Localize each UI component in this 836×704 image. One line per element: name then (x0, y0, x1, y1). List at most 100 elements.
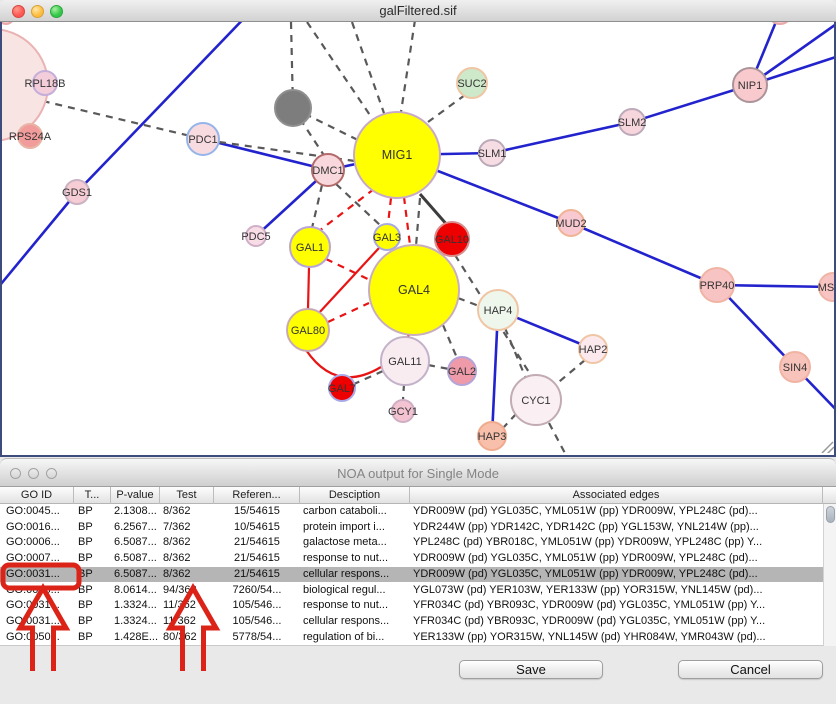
table-cell: 7/362 (160, 520, 214, 536)
table-cell: 8/362 (160, 535, 214, 551)
table-cell: GO:0031... (0, 598, 74, 614)
noa-window-title: NOA output for Single Mode (0, 466, 836, 481)
table-row[interactable]: GO:0031...BP6.5087...8/36221/54615cellul… (0, 567, 824, 583)
save-button[interactable]: Save (459, 660, 603, 679)
node-label-GAL3: GAL3 (373, 232, 401, 244)
node-label-RPL18B: RPL18B (25, 78, 66, 90)
table-row[interactable]: GO:0006...BP6.5087...8/36221/54615galact… (0, 535, 824, 551)
column-header-p-value[interactable]: P-value (111, 487, 160, 504)
column-header-desciption[interactable]: Desciption (300, 487, 410, 504)
edge (549, 423, 567, 453)
node-label-GAL7: GAL7 (328, 383, 356, 395)
node-label-MUD2: MUD2 (555, 218, 586, 230)
column-header-associated-edges[interactable]: Associated edges (410, 487, 823, 504)
table-cell: YFR034C (pd) YBR093C, YDR009W (pd) YGL03… (410, 614, 823, 630)
table-cell: 8/362 (160, 567, 214, 583)
table-cell: 105/546... (214, 614, 300, 630)
node-label-GAL4: GAL4 (398, 283, 430, 297)
edge (420, 194, 448, 226)
edge (632, 85, 750, 122)
table-cell: 15/54615 (214, 504, 300, 520)
table-cell: protein import i... (300, 520, 410, 536)
noa-output-window: NOA output for Single Mode GO IDT...P-va… (0, 457, 836, 704)
table-cell: BP (74, 630, 111, 646)
noa-window-titlebar[interactable]: NOA output for Single Mode (0, 458, 836, 487)
table-cell: 1.3324... (111, 598, 160, 614)
table-row[interactable]: GO:0050...BP1.428E...80/3625778/54...reg… (0, 630, 824, 646)
node-label-GAL10: GAL10 (435, 234, 469, 246)
table-cell: response to nut... (300, 598, 410, 614)
table-cell: GO:0031... (0, 567, 74, 583)
table-cell: response to nut... (300, 551, 410, 567)
edge (404, 197, 410, 245)
cancel-button[interactable]: Cancel (678, 660, 823, 679)
table-row[interactable]: GO:0016...BP6.2567...7/36210/54615protei… (0, 520, 824, 536)
table-cell: 6.5087... (111, 535, 160, 551)
table-cell: 8/362 (160, 551, 214, 567)
table-cell: 11/362 (160, 598, 214, 614)
vertical-scrollbar[interactable] (823, 504, 836, 646)
edge (554, 360, 585, 386)
node-label-GDS1: GDS1 (62, 187, 92, 199)
table-cell: BP (74, 535, 111, 551)
table-cell: YDR009W (pd) YGL035C, YML051W (pp) YDR00… (410, 567, 823, 583)
table-cell: GO:0007... (0, 551, 74, 567)
table-cell: 21/54615 (214, 535, 300, 551)
node-label-SLM2: SLM2 (618, 117, 647, 129)
column-header-t-[interactable]: T... (74, 487, 111, 504)
network-window-titlebar[interactable]: galFiltered.sif (0, 0, 836, 22)
table-cell: 2.1308... (111, 504, 160, 520)
scrollbar-thumb[interactable] (826, 506, 835, 523)
node-label-PDC5: PDC5 (241, 231, 270, 243)
table-cell: galactose meta... (300, 535, 410, 551)
network-window-title: galFiltered.sif (0, 3, 836, 18)
table-row[interactable]: GO:0045...BP2.1308...8/36215/54615carbon… (0, 504, 824, 520)
resize-grip[interactable] (822, 442, 834, 453)
edge (504, 414, 516, 427)
table-cell: YFR034C (pd) YBR093C, YDR009W (pd) YGL03… (410, 598, 823, 614)
table-cell: 21/54615 (214, 567, 300, 583)
table-cell: BP (74, 504, 111, 520)
table-cell: BP (74, 567, 111, 583)
table-cell: BP (74, 583, 111, 599)
table-cell: biological regul... (300, 583, 410, 599)
node-cut-left[interactable] (2, 22, 14, 24)
edge (505, 328, 527, 381)
edge (443, 325, 457, 358)
column-header-go-id[interactable]: GO ID (0, 487, 74, 504)
edge (492, 122, 632, 153)
table-row[interactable]: GO:0031...BP1.3324...11/362105/546...cel… (0, 614, 824, 630)
node-cut-top-b[interactable] (768, 22, 792, 24)
table-cell: 6.2567... (111, 520, 160, 536)
node-label-SLM1: SLM1 (478, 148, 507, 160)
edge (77, 22, 252, 192)
table-row[interactable]: GO:0031...BP1.3324...11/362105/546...res… (0, 598, 824, 614)
network-canvas[interactable]: RPL18BRPS24AGDS1PDC1DMC1MIG1PDC5GAL1GAL3… (0, 22, 836, 457)
node-label-PDC1: PDC1 (188, 134, 217, 146)
edge (30, 98, 203, 139)
edges-layer (2, 22, 834, 453)
table-cell: regulation of bi... (300, 630, 410, 646)
node-label-RPS24A: RPS24A (9, 131, 52, 143)
edge (307, 22, 378, 127)
table-row[interactable]: GO:0007...BP6.5087...8/36221/54615respon… (0, 551, 824, 567)
node-unnamed-gray[interactable] (275, 90, 311, 126)
node-label-HAP3: HAP3 (478, 431, 507, 443)
table-cell: GO:0065... (0, 583, 74, 599)
nodes-layer: RPL18BRPS24AGDS1PDC1DMC1MIG1PDC5GAL1GAL3… (2, 22, 834, 450)
table-cell: GO:0050... (0, 630, 74, 646)
table-cell: 8/362 (160, 504, 214, 520)
table-cell: 1.428E... (111, 630, 160, 646)
table-cell: cellular respons... (300, 614, 410, 630)
table-cell: GO:0006... (0, 535, 74, 551)
table-cell: cellular respons... (300, 567, 410, 583)
edge (403, 384, 404, 400)
table-cell: 6.5087... (111, 567, 160, 583)
table-cell: 21/54615 (214, 551, 300, 567)
column-header-test[interactable]: Test (160, 487, 214, 504)
table-row[interactable]: GO:0065...BP8.0614...94/3627260/54...bio… (0, 583, 824, 599)
table-cell: 11/362 (160, 614, 214, 630)
column-header-referen-[interactable]: Referen... (214, 487, 300, 504)
table-cell: YPL248C (pd) YBR018C, YML051W (pp) YDR00… (410, 535, 823, 551)
edge (458, 298, 479, 306)
